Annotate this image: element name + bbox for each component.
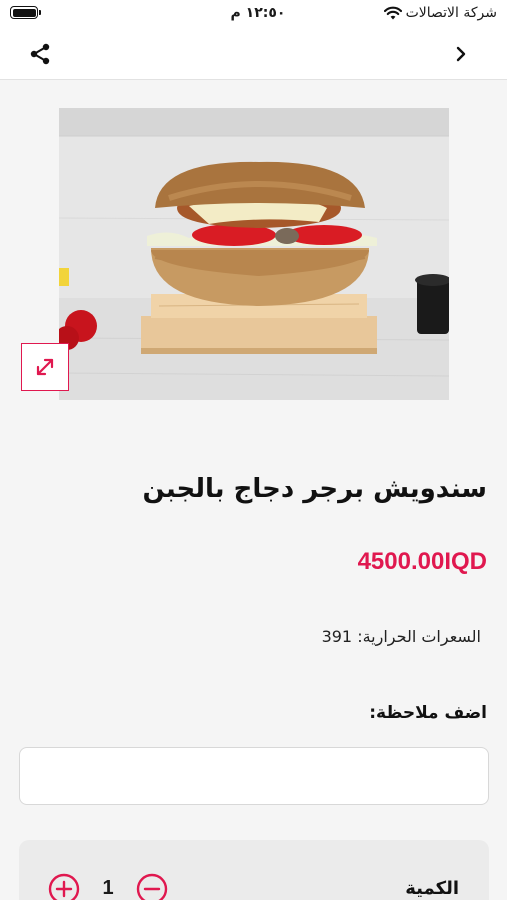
- quantity-label: الكمية: [405, 878, 459, 899]
- status-time: ١٢:٥٠ م: [230, 5, 286, 21]
- chevron-right-icon: [456, 46, 466, 62]
- carrier-name: شركة الاتصالات: [405, 5, 497, 21]
- expand-image-button[interactable]: [21, 343, 69, 391]
- battery-tip: [39, 10, 41, 15]
- plus-circle-icon: [48, 873, 80, 900]
- decrease-quantity-button[interactable]: [136, 873, 168, 900]
- note-input[interactable]: [19, 747, 489, 805]
- share-button[interactable]: [24, 38, 56, 70]
- quantity-value: 1: [102, 877, 114, 899]
- status-bar: ١٢:٥٠ م شركة الاتصالات: [0, 0, 507, 28]
- carrier-info: شركة الاتصالات: [383, 5, 497, 21]
- product-name: سندويش برجر دجاج بالجبن: [142, 474, 488, 504]
- product-calories: السعرات الحرارية: 391: [321, 627, 481, 646]
- note-label: اضف ملاحظة:: [369, 703, 487, 723]
- minus-circle-icon: [136, 873, 168, 900]
- burger-photo: [59, 108, 449, 400]
- nav-bar: [0, 28, 507, 80]
- increase-quantity-button[interactable]: [48, 873, 80, 900]
- share-icon: [30, 43, 50, 65]
- back-button[interactable]: [445, 38, 477, 70]
- product-price: 4500.00IQD: [357, 548, 487, 575]
- battery-icon: [10, 6, 38, 19]
- product-image: [59, 108, 449, 400]
- expand-icon: [36, 358, 54, 376]
- wifi-icon: [383, 6, 402, 20]
